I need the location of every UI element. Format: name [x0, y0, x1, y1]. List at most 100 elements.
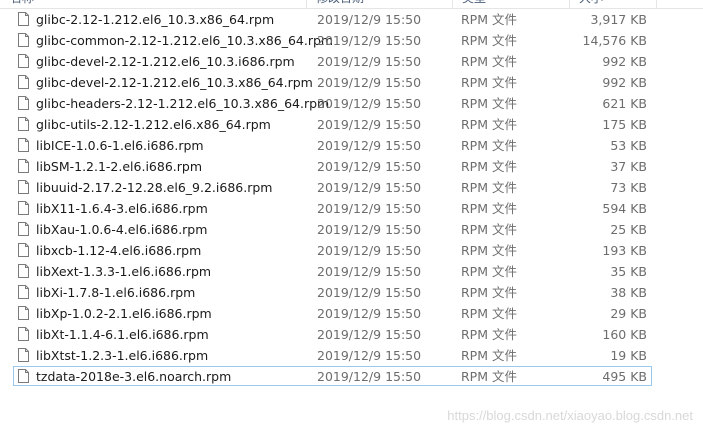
file-type: RPM 文件	[461, 180, 517, 195]
file-type: RPM 文件	[461, 33, 517, 48]
file-type: RPM 文件	[461, 306, 517, 321]
file-size: 29 KB	[610, 306, 647, 321]
file-type: RPM 文件	[461, 75, 517, 90]
file-list: glibc-2.12-1.212.el6_10.3.x86_64.rpm 2019…	[0, 9, 703, 387]
file-date: 2019/12/9 15:50	[317, 54, 422, 69]
file-icon	[18, 75, 29, 89]
file-size: 53 KB	[610, 138, 647, 153]
file-name: libXau-1.0.6-4.el6.i686.rpm	[36, 222, 208, 237]
file-name: glibc-headers-2.12-1.212.el6_10.3.x86_64…	[36, 96, 330, 111]
file-date: 2019/12/9 15:50	[317, 369, 422, 384]
file-type: RPM 文件	[461, 159, 517, 174]
file-date: 2019/12/9 15:50	[317, 117, 422, 132]
file-date: 2019/12/9 15:50	[317, 327, 422, 342]
file-size: 193 KB	[602, 243, 647, 258]
file-icon	[18, 222, 29, 236]
file-icon	[18, 243, 29, 257]
file-date: 2019/12/9 15:50	[317, 348, 422, 363]
file-icon	[18, 285, 29, 299]
file-row[interactable]: glibc-devel-2.12-1.212.el6_10.3.i686.rpm…	[0, 51, 703, 72]
file-type: RPM 文件	[461, 138, 517, 153]
file-date: 2019/12/9 15:50	[317, 243, 422, 258]
file-size: 992 KB	[602, 75, 647, 90]
file-name: libX11-1.6.4-3.el6.i686.rpm	[36, 201, 208, 216]
file-row[interactable]: tzdata-2018e-3.el6.noarch.rpm 2019/12/9 1…	[0, 366, 703, 387]
file-row[interactable]: libXp-1.0.2-2.1.el6.i686.rpm 2019/12/9 15…	[0, 303, 703, 324]
file-name: glibc-2.12-1.212.el6_10.3.x86_64.rpm	[36, 12, 275, 27]
file-date: 2019/12/9 15:50	[317, 264, 422, 279]
file-row[interactable]: libSM-1.2.1-2.el6.i686.rpm 2019/12/9 15:5…	[0, 156, 703, 177]
file-size: 37 KB	[610, 159, 647, 174]
file-date: 2019/12/9 15:50	[317, 306, 422, 321]
column-header-size[interactable]: 大小	[571, 0, 657, 8]
file-name: libXt-1.1.4-6.1.el6.i686.rpm	[36, 327, 209, 342]
file-row[interactable]: libuuid-2.17.2-12.28.el6_9.2.i686.rpm 201…	[0, 177, 703, 198]
file-name: glibc-utils-2.12-1.212.el6.x86_64.rpm	[36, 117, 271, 132]
file-type: RPM 文件	[461, 96, 517, 111]
file-icon	[18, 201, 29, 215]
file-size: 495 KB	[602, 369, 647, 384]
file-row[interactable]: glibc-common-2.12-1.212.el6_10.3.x86_64.…	[0, 30, 703, 51]
file-icon	[18, 306, 29, 320]
column-header-name[interactable]: 名称	[0, 0, 307, 8]
file-type: RPM 文件	[461, 222, 517, 237]
file-row[interactable]: libX11-1.6.4-3.el6.i686.rpm 2019/12/9 15:…	[0, 198, 703, 219]
file-icon	[18, 12, 29, 26]
file-name: libXtst-1.2.3-1.el6.i686.rpm	[36, 348, 209, 363]
file-name: libxcb-1.12-4.el6.i686.rpm	[36, 243, 202, 258]
file-name: libuuid-2.17.2-12.28.el6_9.2.i686.rpm	[36, 180, 273, 195]
column-header-date[interactable]: 修改日期	[308, 0, 453, 8]
file-row[interactable]: glibc-headers-2.12-1.212.el6_10.3.x86_64…	[0, 93, 703, 114]
file-type: RPM 文件	[461, 285, 517, 300]
file-row[interactable]: libXi-1.7.8-1.el6.i686.rpm 2019/12/9 15:5…	[0, 282, 703, 303]
file-row[interactable]: libXtst-1.2.3-1.el6.i686.rpm 2019/12/9 15…	[0, 345, 703, 366]
file-type: RPM 文件	[461, 348, 517, 363]
file-row[interactable]: libXext-1.3.3-1.el6.i686.rpm 2019/12/9 15…	[0, 261, 703, 282]
file-name: tzdata-2018e-3.el6.noarch.rpm	[36, 369, 232, 384]
column-header-type[interactable]: 类型	[454, 0, 570, 8]
file-size: 621 KB	[602, 96, 647, 111]
file-type: RPM 文件	[461, 327, 517, 342]
file-name: libXi-1.7.8-1.el6.i686.rpm	[36, 285, 196, 300]
file-type: RPM 文件	[461, 117, 517, 132]
file-row[interactable]: libXt-1.1.4-6.1.el6.i686.rpm 2019/12/9 15…	[0, 324, 703, 345]
file-icon	[18, 159, 29, 173]
file-date: 2019/12/9 15:50	[317, 285, 422, 300]
file-date: 2019/12/9 15:50	[317, 180, 422, 195]
file-name: glibc-devel-2.12-1.212.el6_10.3.x86_64.r…	[36, 75, 313, 90]
file-date: 2019/12/9 15:50	[317, 138, 422, 153]
file-icon	[18, 117, 29, 131]
file-size: 38 KB	[610, 285, 647, 300]
file-row[interactable]: libICE-1.0.6-1.el6.i686.rpm 2019/12/9 15:…	[0, 135, 703, 156]
file-icon	[18, 54, 29, 68]
file-row[interactable]: libxcb-1.12-4.el6.i686.rpm 2019/12/9 15:5…	[0, 240, 703, 261]
file-size: 35 KB	[610, 264, 647, 279]
file-size: 25 KB	[610, 222, 647, 237]
file-name: libSM-1.2.1-2.el6.i686.rpm	[36, 159, 202, 174]
file-type: RPM 文件	[461, 369, 517, 384]
file-icon	[18, 348, 29, 362]
file-date: 2019/12/9 15:50	[317, 33, 422, 48]
column-header-bar: 名称 修改日期 类型 大小	[0, 0, 703, 9]
file-date: 2019/12/9 15:50	[317, 222, 422, 237]
file-type: RPM 文件	[461, 201, 517, 216]
file-type: RPM 文件	[461, 12, 517, 27]
file-row[interactable]: glibc-2.12-1.212.el6_10.3.x86_64.rpm 2019…	[0, 9, 703, 30]
file-size: 73 KB	[610, 180, 647, 195]
file-row[interactable]: glibc-utils-2.12-1.212.el6.x86_64.rpm 201…	[0, 114, 703, 135]
file-row[interactable]: libXau-1.0.6-4.el6.i686.rpm 2019/12/9 15:…	[0, 219, 703, 240]
file-type: RPM 文件	[461, 54, 517, 69]
file-icon	[18, 33, 29, 47]
file-icon	[18, 264, 29, 278]
file-date: 2019/12/9 15:50	[317, 201, 422, 216]
file-size: 992 KB	[602, 54, 647, 69]
file-row[interactable]: glibc-devel-2.12-1.212.el6_10.3.x86_64.r…	[0, 72, 703, 93]
file-size: 19 KB	[610, 348, 647, 363]
file-date: 2019/12/9 15:50	[317, 12, 422, 27]
file-size: 3,917 KB	[590, 12, 647, 27]
file-size: 175 KB	[602, 117, 647, 132]
file-size: 160 KB	[602, 327, 647, 342]
file-icon	[18, 180, 29, 194]
file-type: RPM 文件	[461, 243, 517, 258]
file-name: libXp-1.0.2-2.1.el6.i686.rpm	[36, 306, 212, 321]
